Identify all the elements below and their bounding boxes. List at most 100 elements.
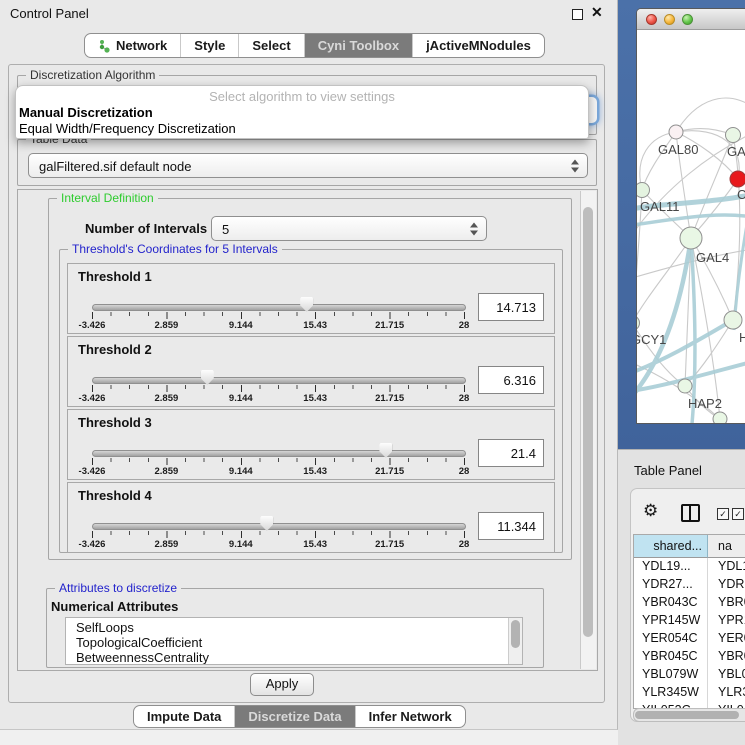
column-header-shared-name[interactable]: shared... (634, 535, 708, 558)
network-node-ga[interactable] (726, 128, 741, 143)
table-horizontal-scrollbar[interactable] (633, 708, 745, 722)
threshold-value-field[interactable]: 21.4 (478, 439, 544, 467)
tab-label: Impute Data (147, 709, 221, 724)
network-node-gal4[interactable] (680, 227, 702, 249)
cell-name: YBL0 (708, 666, 745, 684)
table-row[interactable]: YDR27...YDR2 (634, 576, 745, 594)
tab-jactivemnodules[interactable]: jActiveMNodules (413, 34, 544, 57)
settings-vertical-scrollbar[interactable] (580, 191, 596, 669)
cell-name: YLR3 (708, 684, 745, 702)
split-columns-icon[interactable] (681, 504, 700, 522)
dropdown-option-manual-discretization[interactable]: Manual Discretization (19, 105, 153, 120)
slider-tick-label: 9.144 (216, 320, 266, 331)
tab-label: Select (252, 38, 290, 53)
tab-network[interactable]: Network (85, 34, 181, 57)
attributes-scrollbar[interactable] (508, 618, 522, 664)
threshold-value-field[interactable]: 11.344 (478, 512, 544, 540)
checkbox-icon[interactable]: ✓ (732, 508, 744, 520)
slider-major-ticks (92, 531, 466, 538)
node-attribute-table: shared... na YDL19...YDL1YDR27...YDR2YBR… (633, 534, 745, 709)
column-header-name[interactable]: na (708, 535, 745, 558)
slider-tick-label: 15.43 (290, 539, 340, 550)
threshold-label: Threshold 1 (78, 269, 152, 284)
num-intervals-value: 5 (222, 222, 229, 237)
tab-label: Cyni Toolbox (318, 38, 399, 53)
network-node-label: GAL11 (640, 199, 680, 214)
network-node-label: GA (727, 144, 745, 159)
cell-shared-name: YBR043C (634, 594, 708, 612)
table-row[interactable]: YER054CYER0 (634, 630, 745, 648)
slider-tick-label: 21.715 (365, 320, 415, 331)
close-icon[interactable]: ✕ (591, 4, 603, 21)
network-node-h[interactable] (724, 311, 742, 329)
network-node-gal80[interactable] (669, 125, 683, 139)
attributes-fieldset: Attributes to discretize Numerical Attri… (46, 588, 544, 668)
network-node-c[interactable] (730, 171, 745, 187)
tab-label: Network (116, 38, 167, 53)
attribute-list-item[interactable]: SelfLoops (76, 620, 522, 635)
checkbox-icon[interactable]: ✓ (717, 508, 729, 520)
network-node-gcy1[interactable] (637, 316, 640, 331)
cell-name: YBR0 (708, 594, 745, 612)
numerical-attributes-list[interactable]: SelfLoopsTopologicalCoefficientBetweenne… (65, 617, 523, 665)
threshold-label: Threshold 3 (78, 415, 152, 430)
tab-cyni-toolbox[interactable]: Cyni Toolbox (305, 34, 413, 57)
table-data-combobox[interactable]: galFiltered.sif default node (28, 153, 588, 178)
table-row[interactable]: YPR145WYPR1 (634, 612, 745, 630)
slider-tick-label: 28 (439, 466, 489, 477)
network-node[interactable] (713, 412, 727, 423)
slider-track[interactable] (92, 523, 466, 530)
slider-tick-label: 21.715 (365, 393, 415, 404)
num-intervals-combobox[interactable]: 5 (211, 216, 487, 241)
slider-major-ticks (92, 458, 466, 465)
slider-tick-label: 2.859 (141, 466, 191, 477)
stepper-icon (571, 159, 579, 172)
slider-tick-label: -3.426 (67, 320, 117, 331)
float-window-icon[interactable] (572, 9, 583, 20)
tab-discretize-data[interactable]: Discretize Data (235, 706, 355, 727)
slider-tick-label: 15.43 (290, 320, 340, 331)
network-node-hap2[interactable] (678, 379, 692, 393)
threshold-panel: Threshold 1-3.4262.8599.14415.4321.71528… (67, 263, 555, 334)
threshold-value-field[interactable]: 6.316 (478, 366, 544, 394)
attribute-list-item[interactable]: TopologicalCoefficient (76, 635, 522, 650)
cell-shared-name: YBR045C (634, 648, 708, 666)
slider-track[interactable] (92, 304, 466, 311)
tab-infer-network[interactable]: Infer Network (356, 706, 465, 727)
slider-major-ticks (92, 385, 466, 392)
table-settings-gear-icon[interactable]: ⚙ (643, 501, 658, 521)
dropdown-option-equal-width-frequency[interactable]: Equal Width/Frequency Discretization (19, 121, 236, 136)
interval-definition-legend: Interval Definition (57, 191, 158, 205)
table-row[interactable]: YLR345WYLR3 (634, 684, 745, 702)
threshold-value-field[interactable]: 14.713 (478, 293, 544, 321)
attribute-list-item[interactable]: BetweennessCentrality (76, 650, 522, 665)
table-data-value: galFiltered.sif default node (39, 159, 191, 174)
network-node-label: HAP2 (688, 396, 722, 411)
cell-shared-name: YDL19... (634, 558, 708, 576)
tab-impute-data[interactable]: Impute Data (134, 706, 235, 727)
minimize-window-icon[interactable] (664, 14, 675, 25)
network-canvas[interactable]: GAL80GACGAL11GAL4GCY1HHAP2 (637, 30, 745, 423)
table-row[interactable]: YBR045CYBR0 (634, 648, 745, 666)
slider-track[interactable] (92, 450, 466, 457)
cell-shared-name: YDR27... (634, 576, 708, 594)
close-window-icon[interactable] (646, 14, 657, 25)
tab-select[interactable]: Select (239, 34, 304, 57)
network-window-titlebar[interactable] (637, 9, 745, 30)
slider-track[interactable] (92, 377, 466, 384)
zoom-window-icon[interactable] (682, 14, 693, 25)
slider-tick-label: 28 (439, 393, 489, 404)
algorithm-dropdown-popup: Select algorithm to view settings Manual… (15, 85, 589, 139)
cell-name: YDL1 (708, 558, 745, 576)
thresholds-legend: Threshold's Coordinates for 5 Intervals (68, 242, 282, 256)
node-table-panel: ⚙ ✓ ✓ shared... na YDL19...YDL1YDR27...Y… (630, 488, 745, 722)
table-row[interactable]: YBL079WYBL0 (634, 666, 745, 684)
table-row[interactable]: YBR043CYBR0 (634, 594, 745, 612)
thresholds-container: Threshold 1 -3.426 2.859 9.144 15.43 21.715 28… (67, 263, 555, 555)
screen: Control Panel ✕ NetworkStyleSelectCyni T… (0, 0, 745, 745)
apply-button[interactable]: Apply (250, 673, 314, 696)
table-row[interactable]: YDL19...YDL1 (634, 558, 745, 576)
network-node-gal11[interactable] (637, 183, 650, 198)
tab-style[interactable]: Style (181, 34, 239, 57)
tab-label: jActiveMNodules (426, 38, 531, 53)
